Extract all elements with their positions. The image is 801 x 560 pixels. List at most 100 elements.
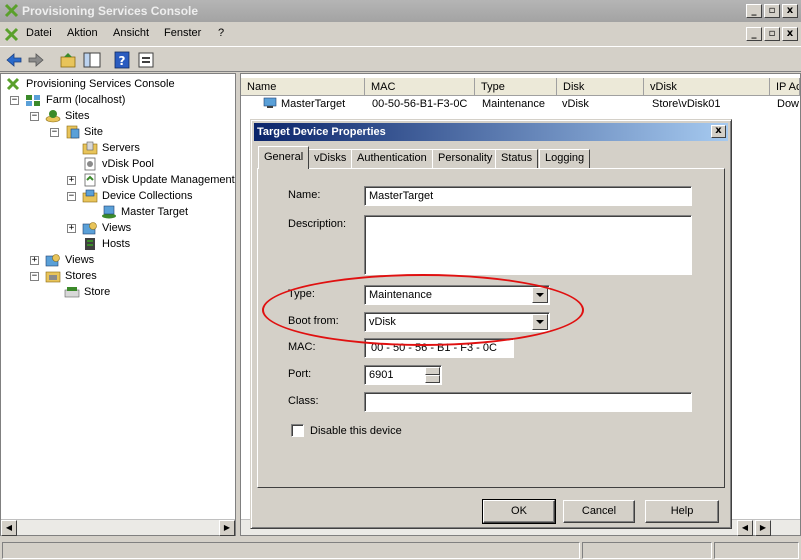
tree-horizontal-scrollbar[interactable]: ◀ ▶	[1, 519, 235, 536]
status-segment	[714, 542, 799, 559]
expand-icon[interactable]: +	[30, 256, 39, 265]
child-minimize-button[interactable]: _	[746, 27, 762, 41]
tree-label: Provisioning Services Console	[26, 78, 175, 90]
tree-label: Stores	[65, 270, 97, 282]
column-header-disk[interactable]: Disk	[557, 78, 644, 96]
menu-ansicht[interactable]: Ansicht	[113, 27, 149, 39]
mac-label: MAC:	[288, 341, 316, 353]
boot-from-label: Boot from:	[288, 315, 339, 327]
menu-bar: Datei Aktion Ansicht Fenster ? _ ▫ x	[0, 23, 801, 45]
column-header-type[interactable]: Type	[475, 78, 557, 96]
menu-aktion[interactable]: Aktion	[67, 27, 98, 39]
spin-up-icon[interactable]	[425, 367, 440, 375]
chevron-down-icon[interactable]	[532, 314, 548, 330]
collapse-icon[interactable]: −	[10, 96, 19, 105]
app-menu-icon[interactable]	[4, 27, 19, 42]
tree-label: Site	[84, 126, 103, 138]
tree-label: Servers	[102, 142, 140, 154]
tab-logging[interactable]: Logging	[539, 149, 591, 168]
port-spinner[interactable]	[425, 367, 440, 383]
up-folder-icon[interactable]	[58, 50, 78, 70]
target-device-properties-dialog: Target Device Properties x General vDisk…	[250, 119, 732, 529]
column-header-name[interactable]: Name	[241, 78, 365, 96]
type-label: Type:	[288, 288, 315, 300]
column-header-mac[interactable]: MAC	[365, 78, 475, 96]
show-tree-icon[interactable]	[82, 50, 102, 70]
scroll-left-arrow-icon[interactable]: ◀	[737, 520, 753, 536]
vdisk-pool-icon	[84, 157, 96, 171]
tree-label: vDisk Pool	[102, 158, 154, 170]
close-button[interactable]: x	[782, 4, 798, 18]
boot-from-select[interactable]: vDisk	[364, 312, 550, 332]
tab-personality[interactable]: Personality	[432, 149, 499, 168]
child-maximize-button[interactable]: ▫	[764, 27, 780, 41]
tab-general[interactable]: General	[258, 146, 310, 169]
column-header-ip[interactable]: IP Ac	[770, 78, 800, 96]
minimize-button[interactable]: _	[746, 4, 762, 18]
port-stepper[interactable]: 6901	[364, 365, 442, 385]
window-title-bar: Provisioning Services Console _ ▫ x	[0, 0, 801, 22]
status-segment	[582, 542, 712, 559]
tree-label: Device Collections	[102, 190, 193, 202]
cancel-button[interactable]: Cancel	[563, 500, 635, 523]
console-icon	[6, 77, 20, 91]
menu-help[interactable]: ?	[218, 27, 224, 39]
status-bar	[0, 540, 801, 560]
dialog-title-bar: Target Device Properties x	[254, 123, 728, 141]
scroll-left-arrow-icon[interactable]: ◀	[1, 520, 17, 536]
servers-folder-icon	[82, 141, 98, 155]
properties-icon[interactable]	[136, 50, 156, 70]
target-device-icon	[102, 205, 116, 219]
boot-from-select-value: vDisk	[369, 316, 396, 328]
description-label: Description:	[288, 218, 347, 230]
tree-pane[interactable]: Provisioning Services Console − Farm (lo…	[0, 73, 236, 536]
scroll-right-arrow-icon[interactable]: ▶	[219, 520, 235, 536]
mac-field-value: 00 - 50 - 56 - B1 - F3 - 0C	[371, 342, 497, 354]
target-device-icon	[263, 97, 277, 108]
disable-device-checkbox[interactable]	[291, 424, 304, 437]
expand-icon[interactable]: +	[67, 176, 76, 185]
scroll-right-arrow-icon[interactable]: ▶	[755, 520, 771, 536]
device-collections-icon	[82, 189, 98, 203]
type-select-value: Maintenance	[369, 289, 432, 301]
port-value: 6901	[369, 369, 394, 381]
expand-icon[interactable]: +	[67, 224, 76, 233]
help-button[interactable]: Help	[645, 500, 719, 523]
tab-vdisks[interactable]: vDisks	[308, 149, 353, 168]
type-select[interactable]: Maintenance	[364, 285, 550, 305]
cell-ip: Dow	[777, 98, 800, 110]
cell-vdisk: Store\vDisk01	[652, 98, 721, 110]
general-tab-page: Name: MasterTarget Description: Type: Ma…	[257, 168, 725, 488]
forward-arrow-icon[interactable]	[26, 50, 46, 70]
menu-datei[interactable]: Datei	[26, 27, 52, 39]
dialog-close-button[interactable]: x	[711, 125, 726, 138]
tab-status[interactable]: Status	[495, 149, 539, 168]
class-field[interactable]	[364, 392, 692, 412]
tree-label: Master Target	[121, 206, 189, 218]
tree-label: Hosts	[102, 238, 131, 250]
name-label: Name:	[288, 189, 321, 201]
collapse-icon[interactable]: −	[50, 128, 59, 137]
collapse-icon[interactable]: −	[67, 192, 76, 201]
description-field[interactable]	[364, 215, 692, 275]
spin-down-icon[interactable]	[425, 375, 440, 383]
collapse-icon[interactable]: −	[30, 272, 39, 281]
window-title: Provisioning Services Console	[22, 4, 199, 18]
name-field[interactable]: MasterTarget	[364, 186, 692, 206]
ok-button[interactable]: OK	[482, 499, 556, 524]
maximize-button[interactable]: ▫	[764, 4, 780, 18]
mac-field[interactable]: 00 - 50 - 56 - B1 - F3 - 0C	[364, 338, 514, 358]
column-header-vdisk[interactable]: vDisk	[644, 78, 770, 96]
help-icon[interactable]: ?	[112, 50, 132, 70]
svg-text:?: ?	[119, 54, 126, 68]
collapse-icon[interactable]: −	[30, 112, 39, 121]
back-arrow-icon[interactable]	[4, 50, 24, 70]
cell-name: MasterTarget	[281, 98, 346, 110]
menu-fenster[interactable]: Fenster	[164, 27, 201, 39]
status-segment	[2, 542, 580, 559]
child-close-button[interactable]: x	[782, 27, 798, 41]
site-icon	[66, 125, 80, 139]
chevron-down-icon[interactable]	[532, 287, 548, 303]
farm-icon	[26, 95, 40, 106]
tab-authentication[interactable]: Authentication	[351, 149, 433, 168]
